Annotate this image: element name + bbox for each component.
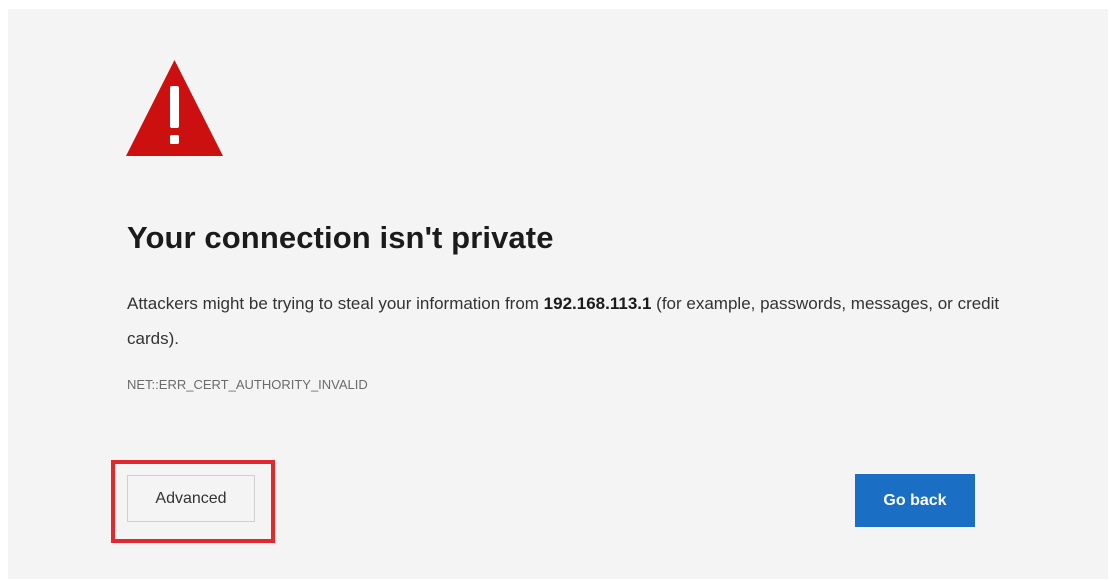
error-description: Attackers might be trying to steal your …	[127, 286, 1007, 356]
host-address: 192.168.113.1	[543, 294, 652, 313]
warning-triangle-icon	[126, 60, 223, 156]
page-title: Your connection isn't private	[127, 220, 554, 255]
error-page: Your connection isn't private Attackers …	[8, 9, 1108, 579]
advanced-button[interactable]: Advanced	[127, 475, 255, 522]
description-text: Attackers might be trying to steal your …	[127, 294, 544, 313]
go-back-button[interactable]: Go back	[855, 474, 975, 527]
error-code: NET::ERR_CERT_AUTHORITY_INVALID	[127, 377, 368, 392]
